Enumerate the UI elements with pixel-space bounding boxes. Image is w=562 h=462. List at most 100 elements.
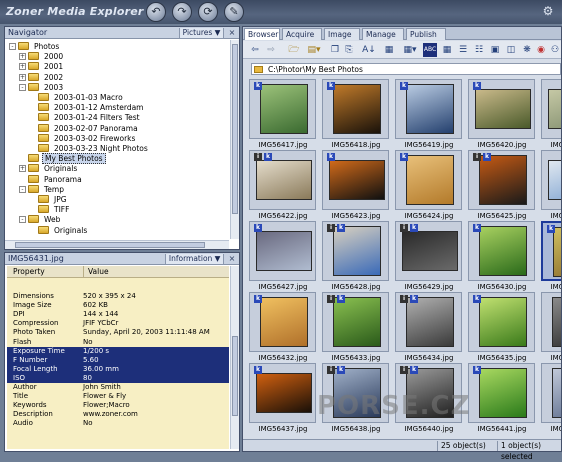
- edit-icon[interactable]: ✎: [224, 2, 244, 22]
- info-value: Flower & Fly: [83, 392, 127, 401]
- thumbnail[interactable]: i k IMG56425.jpg: [466, 150, 538, 221]
- col-property[interactable]: Property: [13, 266, 45, 278]
- info-row[interactable]: Focal Length 36.00 mm: [7, 364, 229, 374]
- filter-icon[interactable]: ◫: [505, 43, 517, 57]
- thumbnail[interactable]: IMG56442.jpg: [539, 363, 561, 434]
- expand-icon[interactable]: +: [19, 165, 26, 173]
- thumbnail[interactable]: k IMG56437.jpg: [247, 363, 319, 434]
- thumbnail[interactable]: i k IMG56434.jpg: [393, 292, 465, 363]
- details-icon[interactable]: ☷: [473, 43, 485, 57]
- tab-image[interactable]: Image ▾: [324, 28, 360, 50]
- info-row[interactable]: Exposure Time 1/200 s: [7, 346, 229, 356]
- info-vscroll[interactable]: [230, 266, 239, 449]
- collapse-icon[interactable]: -: [19, 216, 26, 224]
- tree-hscroll[interactable]: [5, 240, 229, 249]
- tree-item[interactable]: Originals: [29, 225, 89, 237]
- path-bar[interactable]: C:\Photor\My Best Photos: [251, 63, 561, 75]
- thumbnail[interactable]: IMG56421.jpg: [539, 79, 561, 150]
- view-mode-icon[interactable]: ▦▾: [401, 43, 419, 57]
- zoom-icon[interactable]: ⚇: [549, 43, 561, 57]
- thumbnail[interactable]: k IMG56423.jpg: [320, 150, 392, 221]
- photo-image: [548, 160, 561, 200]
- photo-image: [475, 89, 531, 129]
- select-icon[interactable]: ▦: [381, 43, 397, 57]
- thumbnail[interactable]: k IMG56441.jpg: [466, 363, 538, 434]
- keyword-icon: k: [473, 82, 481, 90]
- thumbnail[interactable]: i k IMG56422.jpg: [247, 150, 319, 221]
- tab-browser[interactable]: Browser: [244, 28, 280, 40]
- info-row[interactable]: ISO 80: [7, 373, 229, 383]
- sort-icon[interactable]: A↓: [361, 43, 377, 57]
- refresh-icon[interactable]: ⟳: [198, 2, 218, 22]
- info-row[interactable]: DPI 144 x 144: [7, 310, 229, 319]
- nav-forward-icon[interactable]: ⇨: [265, 43, 277, 57]
- nav-back-icon[interactable]: ⇦: [249, 43, 261, 57]
- list-icon[interactable]: ☰: [457, 43, 469, 57]
- paste-icon[interactable]: ⎘: [343, 43, 355, 57]
- options-icon[interactable]: ⚙: [540, 3, 556, 19]
- info-row[interactable]: Description www.zoner.com: [7, 410, 229, 419]
- tab-pictures[interactable]: Pictures ▼: [178, 28, 225, 39]
- grid-icon[interactable]: ▦: [441, 43, 453, 57]
- preview-icon[interactable]: ▣: [489, 43, 501, 57]
- thumbnail[interactable]: k IMG56431.jpg: [539, 221, 561, 292]
- thumbnail-frame: k: [249, 292, 316, 352]
- thumbnail-frame: k: [249, 221, 316, 281]
- expand-icon[interactable]: +: [19, 53, 26, 61]
- thumbnail[interactable]: k IMG56435.jpg: [466, 292, 538, 363]
- folder-up-icon[interactable]: 🗁: [287, 43, 301, 57]
- info-row[interactable]: Image Size 602 KB: [7, 301, 229, 310]
- back-icon[interactable]: ↶: [146, 2, 166, 22]
- tab-publish[interactable]: Publish ▾: [406, 28, 446, 50]
- folder-menu-icon[interactable]: ▤▾: [305, 43, 323, 57]
- thumbnail[interactable]: k IMG56420.jpg: [466, 79, 538, 150]
- collapse-icon[interactable]: -: [9, 43, 16, 50]
- info-row[interactable]: Compression JFIF YCbCr: [7, 319, 229, 328]
- thumbnail[interactable]: k IMG56424.jpg: [393, 150, 465, 221]
- thumbnail[interactable]: k IMG56430.jpg: [466, 221, 538, 292]
- navigator-panel: Navigator Pictures ▼ × - Photos +2000 +2001…: [4, 26, 240, 250]
- collapse-icon[interactable]: -: [19, 83, 26, 91]
- tab-manage[interactable]: Manage ▾: [362, 28, 404, 50]
- tab-acquire[interactable]: Acquire ▾: [282, 28, 322, 50]
- forward-icon[interactable]: ↷: [172, 2, 192, 22]
- navigator-title: Navigator: [8, 28, 48, 37]
- copy-icon[interactable]: ❐: [329, 43, 341, 57]
- info-row[interactable]: F Number 5.60: [7, 355, 229, 365]
- folder-icon: [28, 184, 39, 193]
- thumbnail[interactable]: IMG56426.jpg: [539, 150, 561, 221]
- info-row[interactable]: Author John Smith: [7, 383, 229, 392]
- info-row[interactable]: Dimensions 520 x 395 x 24: [7, 292, 229, 301]
- abc-icon[interactable]: ABC: [423, 43, 437, 57]
- thumbnail[interactable]: k IMG56417.jpg: [247, 79, 319, 150]
- info-icon: i: [327, 366, 335, 374]
- info-row[interactable]: Keywords Flower;Macro: [7, 401, 229, 410]
- color-icon[interactable]: ◉: [535, 43, 547, 57]
- title-bar: Zoner Media Explorer 5 ↶ ↷ ⟳ ✎ ⚙: [0, 0, 562, 24]
- thumbnail[interactable]: i k IMG56429.jpg: [393, 221, 465, 292]
- info-row[interactable]: Photo Taken Sunday, April 20, 2003 11:11:…: [7, 328, 229, 337]
- info-value: 36.00 mm: [83, 364, 119, 373]
- tab-information[interactable]: Information ▼: [164, 254, 225, 265]
- expand-icon[interactable]: +: [19, 73, 26, 81]
- info-row[interactable]: Flash No: [7, 338, 229, 347]
- tree-vscroll[interactable]: [230, 40, 239, 239]
- close-icon[interactable]: ×: [227, 254, 237, 264]
- thumbnail[interactable]: i k IMG56428.jpg: [320, 221, 392, 292]
- thumbnail[interactable]: k IMG56418.jpg: [320, 79, 392, 150]
- thumbnail[interactable]: k IMG56432.jpg: [247, 292, 319, 363]
- expand-icon[interactable]: +: [19, 63, 26, 71]
- thumbnail[interactable]: i k IMG56433.jpg: [320, 292, 392, 363]
- collapse-icon[interactable]: -: [19, 185, 26, 193]
- col-value[interactable]: Value: [83, 266, 109, 278]
- info-key: F Number: [13, 355, 48, 364]
- thumbnail[interactable]: IMG56436.jpg: [539, 292, 561, 363]
- tree-item-label: Originals: [44, 164, 78, 174]
- settings-icon[interactable]: ❋: [521, 43, 533, 57]
- info-row[interactable]: Audio No: [7, 419, 229, 428]
- thumbnail[interactable]: k IMG56427.jpg: [247, 221, 319, 292]
- info-row[interactable]: Title Flower & Fly: [7, 392, 229, 401]
- thumbnail[interactable]: k IMG56419.jpg: [393, 79, 465, 150]
- photo-image: [256, 160, 312, 200]
- close-icon[interactable]: ×: [227, 28, 237, 38]
